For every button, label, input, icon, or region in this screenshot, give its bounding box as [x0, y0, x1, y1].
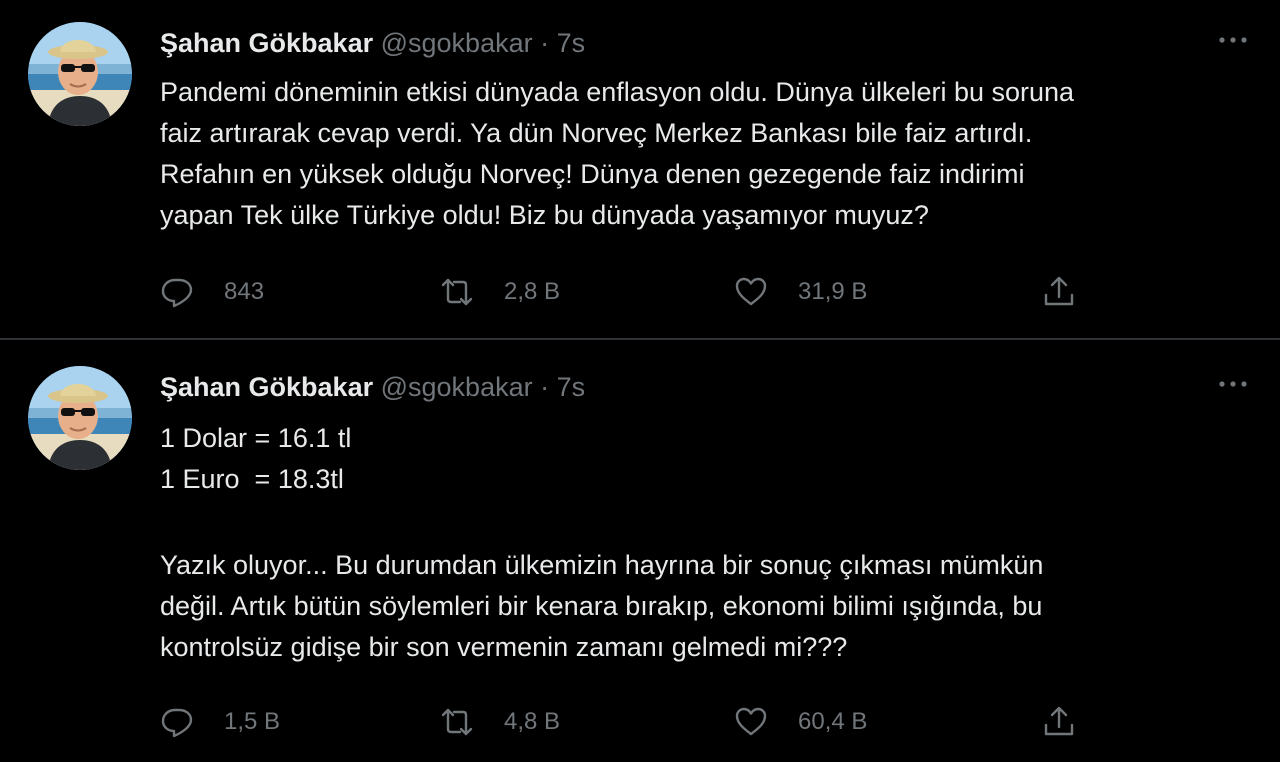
retweet-arrows-icon [441, 278, 473, 306]
tweet-actions: 1,5 B 4,8 B 60,4 B [160, 704, 1090, 740]
share-upload-icon [1044, 276, 1074, 306]
reply-count: 843 [224, 278, 265, 305]
avatar-image [28, 366, 132, 470]
author-handle[interactable]: @sgokbakar [381, 372, 533, 402]
retweet-count: 4,8 B [504, 708, 561, 735]
share-button[interactable] [1042, 704, 1076, 740]
separator-dot: · [540, 28, 550, 58]
tweet-text-line: yapan Tek ülke Türkiye oldu! Biz bu düny… [160, 200, 929, 230]
tweet-text-line: Refahın en yüksek olduğu Norveç! Dünya d… [160, 159, 1025, 189]
tweet-text-line: değil. Artık bütün söylemleri bir kenara… [160, 591, 1043, 621]
tweet[interactable]: Şahan Gökbakar @sgokbakar · 7s Pandemi d… [0, 0, 1280, 338]
retweet-button[interactable]: 4,8 B [440, 704, 560, 740]
separator-dot: · [540, 372, 550, 402]
speech-bubble-icon [161, 278, 193, 308]
retweet-count: 2,8 B [504, 278, 561, 305]
like-count: 31,9 B [798, 278, 868, 305]
author-handle[interactable]: @sgokbakar [381, 28, 533, 58]
retweet-arrows-icon [441, 708, 473, 736]
three-dots-icon [1219, 37, 1247, 43]
tweet[interactable]: Şahan Gökbakar @sgokbakar · 7s 1 Dolar =… [0, 340, 1280, 762]
reply-count: 1,5 B [224, 708, 281, 735]
like-button[interactable]: 31,9 B [734, 274, 867, 310]
author-name[interactable]: Şahan Gökbakar [160, 28, 373, 58]
avatar-image [28, 22, 132, 126]
tweet-text: 1 Dolar = 16.1 tl 1 Euro = 18.3tl Yazık … [160, 418, 1250, 668]
tweet-actions: 843 2,8 B 31,9 B [160, 274, 1090, 310]
reply-button[interactable]: 843 [160, 274, 264, 310]
three-dots-icon [1219, 381, 1247, 387]
share-upload-icon [1044, 706, 1074, 736]
tweet-text-line: 1 Dolar = 16.1 tl [160, 423, 352, 453]
like-count: 60,4 B [798, 708, 868, 735]
timestamp[interactable]: 7s [557, 372, 586, 402]
reply-button[interactable]: 1,5 B [160, 704, 280, 740]
tweet-text-line: faiz artırarak cevap verdi. Ya dün Norve… [160, 118, 1033, 148]
heart-icon [735, 277, 767, 306]
more-options-button[interactable] [1216, 374, 1250, 394]
more-options-button[interactable] [1216, 30, 1250, 50]
tweet-header: Şahan Gökbakar @sgokbakar · 7s [160, 26, 585, 60]
tweet-text-line: Yazık oluyor... Bu durumdan ülkemizin ha… [160, 550, 1044, 580]
speech-bubble-icon [161, 708, 193, 738]
tweet-text-line: 1 Euro = 18.3tl [160, 464, 344, 494]
like-button[interactable]: 60,4 B [734, 704, 867, 740]
timestamp[interactable]: 7s [557, 28, 586, 58]
tweet-text-line: kontrolsüz gidişe bir son vermenin zaman… [160, 632, 848, 662]
avatar[interactable] [28, 22, 132, 126]
author-name[interactable]: Şahan Gökbakar [160, 372, 373, 402]
retweet-button[interactable]: 2,8 B [440, 274, 560, 310]
tweet-text: Pandemi döneminin etkisi dünyada enflasy… [160, 72, 1250, 236]
avatar[interactable] [28, 366, 132, 470]
tweet-header: Şahan Gökbakar @sgokbakar · 7s [160, 370, 585, 404]
heart-icon [735, 707, 767, 736]
tweet-text-line: Pandemi döneminin etkisi dünyada enflasy… [160, 77, 1075, 107]
share-button[interactable] [1042, 274, 1076, 310]
